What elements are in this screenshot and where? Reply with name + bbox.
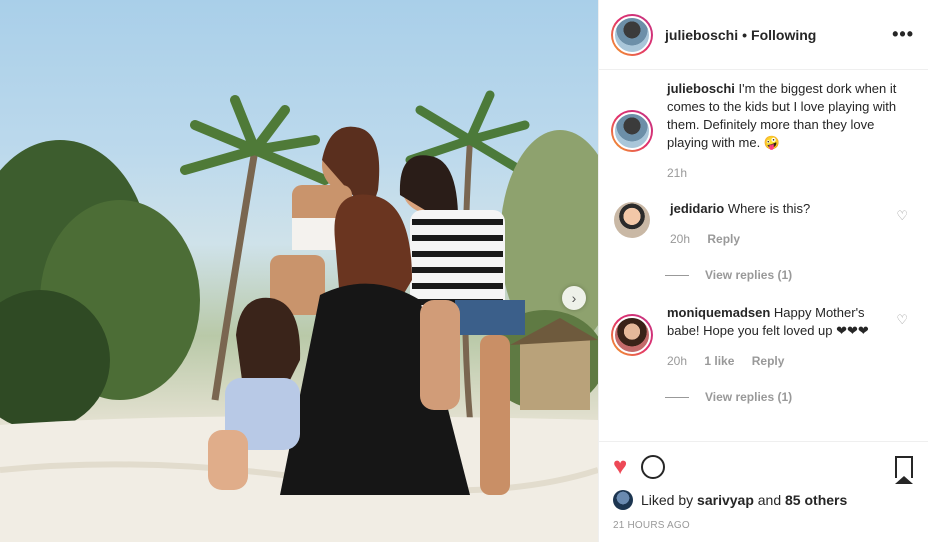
comment-time[interactable]: 20h <box>667 354 687 368</box>
follow-status-button[interactable]: Following <box>751 27 816 43</box>
liked-user[interactable]: sarivyap <box>697 492 754 508</box>
comment-like-icon[interactable]: ♡ <box>896 312 908 328</box>
reply-button[interactable]: Reply <box>707 232 740 246</box>
post-actions: ♥ Liked by sarivyap and 85 others 21 HOU… <box>599 441 928 531</box>
reply-button[interactable]: Reply <box>752 354 785 368</box>
separator-dot: • <box>742 26 748 43</box>
liked-prefix: Liked by <box>641 492 694 508</box>
comment-item: jedidario Where is this? 20h Reply ♡ <box>611 200 912 248</box>
avatar-image <box>613 15 651 54</box>
comment-time[interactable]: 20h <box>670 232 690 246</box>
caption-time[interactable]: 21h <box>667 166 687 180</box>
caption-username[interactable]: julieboschi <box>667 81 735 96</box>
more-options-icon[interactable]: ••• <box>892 24 914 45</box>
view-replies-button[interactable]: View replies (1) <box>665 390 912 404</box>
like-heart-icon[interactable]: ♥ <box>613 453 627 481</box>
view-replies-label: View replies (1) <box>705 268 793 282</box>
comment-like-icon[interactable]: ♡ <box>896 208 908 224</box>
avatar-image <box>613 316 651 354</box>
caption-avatar[interactable] <box>611 110 653 152</box>
divider-line <box>665 274 689 276</box>
comment-username[interactable]: moniquemadsen <box>667 305 770 320</box>
post-header: julieboschi • Following ••• <box>599 0 928 70</box>
caption: julieboschi I'm the biggest dork when it… <box>611 80 912 182</box>
post-timestamp[interactable]: 21 HOURS AGO <box>613 520 915 531</box>
likes-summary: Liked by sarivyap and 85 others <box>613 490 915 510</box>
comment-username[interactable]: jedidario <box>670 201 724 216</box>
liked-others[interactable]: 85 others <box>785 492 847 508</box>
view-replies-button[interactable]: View replies (1) <box>665 268 912 282</box>
author-username[interactable]: julieboschi <box>665 27 738 43</box>
comment-item: moniquemadsen Happy Mother's babe! Hope … <box>611 304 912 370</box>
liked-and: and <box>757 492 782 508</box>
comment-likes-count[interactable]: 1 like <box>704 354 734 368</box>
chevron-right-icon: › <box>571 290 577 306</box>
comments-list[interactable]: julieboschi I'm the biggest dork when it… <box>599 70 928 440</box>
view-replies-label: View replies (1) <box>705 390 793 404</box>
commenter-avatar[interactable] <box>614 202 650 238</box>
commenter-avatar[interactable] <box>611 314 653 356</box>
post-sidebar: julieboschi • Following ••• julieboschi … <box>598 0 928 542</box>
beach-photo-illustration <box>0 90 598 542</box>
post-photo[interactable]: › <box>0 0 598 542</box>
author-avatar[interactable] <box>611 13 653 56</box>
carousel-next-button[interactable]: › <box>562 286 586 310</box>
divider-line <box>665 396 689 398</box>
bookmark-icon[interactable] <box>895 456 913 484</box>
avatar-image <box>613 112 651 150</box>
liker-avatar[interactable] <box>613 490 633 510</box>
comment-bubble-icon[interactable] <box>641 455 666 479</box>
action-icons: ♥ <box>613 453 915 484</box>
comment-text: Where is this? <box>727 201 811 216</box>
